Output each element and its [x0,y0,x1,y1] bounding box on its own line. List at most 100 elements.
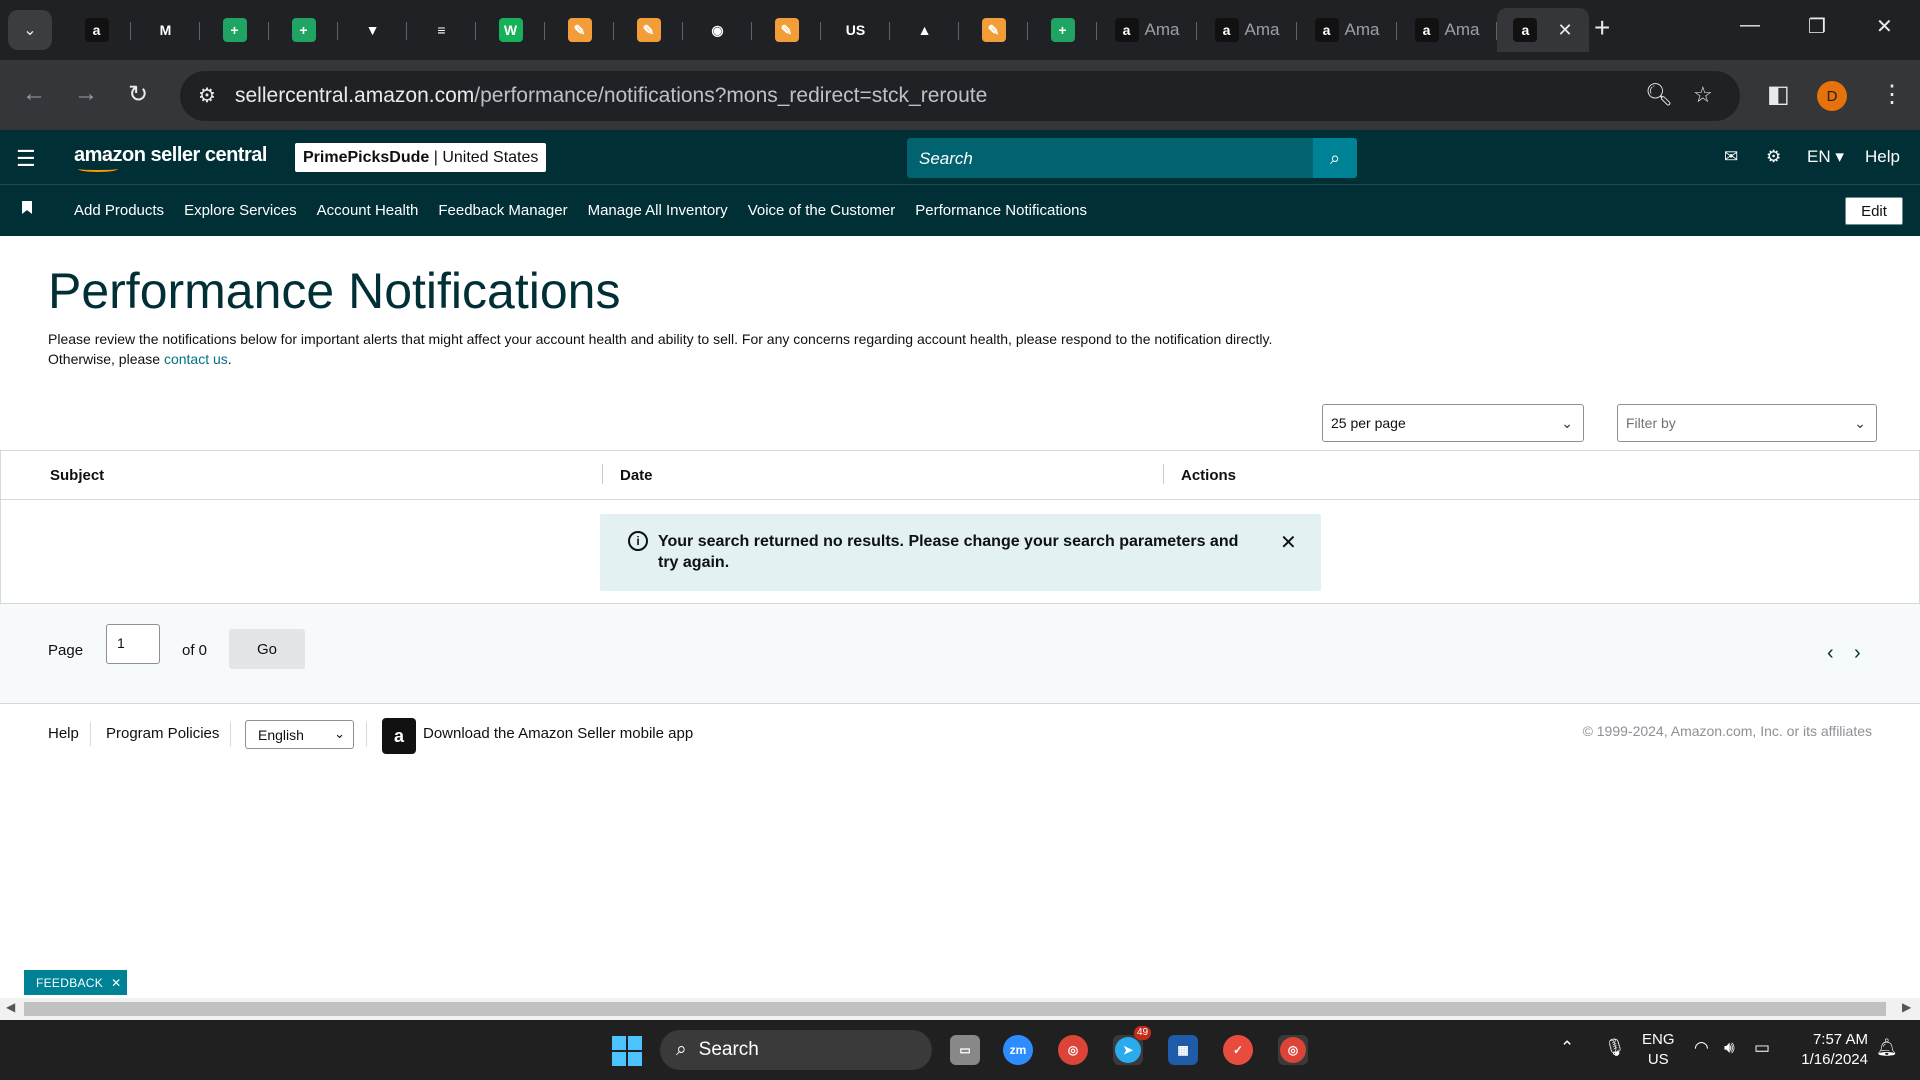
store-switcher[interactable]: PrimePicksDude | United States [295,143,547,172]
browser-tab[interactable]: ▼ [338,8,407,52]
chrome-app-icon[interactable]: ◎ [1058,1035,1088,1065]
zoom-icon[interactable]: 🔍︎ [1645,82,1673,108]
browser-tab[interactable]: US [821,8,890,52]
page-number-input[interactable]: 1 [106,624,160,664]
close-icon[interactable]: ✕ [111,976,121,990]
per-page-select[interactable]: 25 per page ⌄ [1322,404,1584,442]
browser-tab[interactable]: ✎ [752,8,821,52]
browser-tab[interactable]: a Ama [1197,8,1297,52]
close-tab-icon[interactable]: ✕ [1557,20,1572,41]
close-icon[interactable]: ✕ [1280,530,1297,555]
site-info-icon[interactable]: ⚙ [198,83,216,108]
language-indicator[interactable]: ENG US [1642,1030,1675,1070]
bookmark-star-icon[interactable]: ☆ [1693,82,1713,108]
browser-tab[interactable]: + [200,8,269,52]
telegram-badge: 49 [1134,1026,1152,1040]
footer-language-select[interactable]: English ⌄ [245,720,354,749]
browser-tab[interactable]: a [62,8,131,52]
filter-select[interactable]: Filter by ⌄ [1617,404,1877,442]
us-foods-icon: US [843,18,868,42]
new-tab-button[interactable]: + [1594,14,1610,42]
browser-tab[interactable]: a Ama [1397,8,1497,52]
browser-tab[interactable]: M [131,8,200,52]
edit-nav-button[interactable]: Edit [1845,197,1903,225]
browser-tab[interactable]: ✎ [614,8,683,52]
scrollbar-thumb[interactable] [24,1002,1886,1016]
browser-tab[interactable]: ▲ [890,8,959,52]
feedback-tab[interactable]: FEEDBACK ✕ [24,970,127,995]
browser-menu-icon[interactable]: ⋮ [1880,80,1904,109]
nav-link-feedback-manager[interactable]: Feedback Manager [438,202,567,219]
search-icon[interactable]: ⌕ [1313,138,1357,178]
download-app-link[interactable]: Download the Amazon Seller mobile app [423,725,693,742]
scroll-right-icon[interactable]: ▶ [1902,1000,1911,1014]
windows-taskbar: ⌕ Search ▭ zm ◎ ➤ 49 ▦ ✓ ◎ ⌃ 🎙︎ ENG US ◠ 🔊… [0,1020,1920,1080]
profile-avatar[interactable]: D [1817,81,1847,111]
browser-tab[interactable]: ◉ [683,8,752,52]
tab-title: Ama [1444,20,1480,39]
mail-icon[interactable]: ✉ [1724,147,1738,167]
forward-icon[interactable]: → [74,80,98,108]
chevron-up-icon[interactable]: ⌃ [1560,1038,1574,1058]
hamburger-menu-icon[interactable]: ☰ [16,146,36,172]
search-box[interactable]: Search ⌕ [907,138,1357,178]
browser-tab[interactable]: a Ama [1297,8,1397,52]
close-window-icon[interactable]: ✕ [1876,14,1893,39]
tasks-app-icon[interactable]: ✓ [1223,1035,1253,1065]
seller-central-logo[interactable]: amazon seller central [74,144,267,172]
clock[interactable]: 7:57 AM 1/16/2024 [1792,1030,1868,1070]
side-panel-icon[interactable]: ◧ [1767,80,1790,109]
nav-link-add-products[interactable]: Add Products [74,202,164,219]
chevron-down-icon: ⌄ [334,726,345,741]
nav-link-performance-notifications[interactable]: Performance Notifications [915,202,1087,219]
seller-app-icon[interactable]: a [382,718,416,754]
microphone-icon[interactable]: 🎙︎ [1604,1038,1626,1058]
zoom-app-icon[interactable]: zm [1003,1035,1033,1065]
active-browser-tab[interactable]: a ✕ [1497,8,1589,52]
nav-link-manage-all-inventory[interactable]: Manage All Inventory [588,202,728,219]
chrome-profile-app-icon[interactable]: ◎ [1278,1035,1308,1065]
url-text[interactable]: sellercentral.amazon.com/performance/not… [235,84,987,108]
contact-us-link[interactable]: contact us [164,351,228,367]
footer-help-link[interactable]: Help [48,725,79,742]
windows-start-icon[interactable] [612,1036,642,1066]
tab-search-button[interactable]: ⌄ [8,10,52,50]
back-icon[interactable]: ← [22,80,46,108]
notification-bell-icon[interactable]: 🔔︎ [1876,1038,1898,1058]
column-date[interactable]: Date [620,467,653,484]
calculator-app-icon[interactable]: ▦ [1168,1035,1198,1065]
browser-tab[interactable]: W [476,8,545,52]
browser-tab[interactable]: ✎ [545,8,614,52]
battery-icon[interactable]: ▭ [1754,1038,1770,1058]
program-policies-link[interactable]: Program Policies [106,725,219,742]
column-subject[interactable]: Subject [50,467,104,484]
settings-gear-icon[interactable]: ⚙ [1766,147,1781,167]
chevron-right-icon[interactable]: › [1854,642,1861,665]
lang-top: ENG [1642,1031,1675,1048]
amazon-icon: a [1214,18,1239,42]
browser-tab[interactable]: + [269,8,338,52]
restore-icon[interactable]: ❐ [1808,14,1826,39]
browser-tab[interactable]: ✎ [959,8,1028,52]
help-link[interactable]: Help [1865,147,1900,167]
browser-tab[interactable]: + [1028,8,1097,52]
nav-link-account-health[interactable]: Account Health [317,202,419,219]
task-view-icon[interactable]: ▭ [950,1035,980,1065]
search-input[interactable]: Search [919,149,973,169]
minimize-icon[interactable]: — [1740,14,1760,37]
nav-link-explore-services[interactable]: Explore Services [184,202,297,219]
scroll-left-icon[interactable]: ◀ [6,1000,15,1014]
browser-tab[interactable]: ≡ [407,8,476,52]
browser-tab[interactable]: a Ama [1097,8,1197,52]
reload-icon[interactable]: ↻ [128,80,148,109]
nav-link-voice-of-the-customer[interactable]: Voice of the Customer [748,202,896,219]
volume-icon[interactable]: 🔊︎ [1724,1038,1735,1058]
chevron-left-icon[interactable]: ‹ [1827,642,1834,665]
bookmark-icon[interactable] [22,201,32,214]
address-bar[interactable]: ⚙ sellercentral.amazon.com/performance/n… [180,71,1740,121]
wifi-icon[interactable]: ◠ [1694,1038,1709,1058]
go-button[interactable]: Go [229,629,305,669]
language-selector[interactable]: EN ▾ [1807,147,1844,167]
taskbar-search[interactable]: ⌕ Search [660,1030,932,1070]
horizontal-scrollbar[interactable]: ◀ ▶ [0,998,1920,1020]
